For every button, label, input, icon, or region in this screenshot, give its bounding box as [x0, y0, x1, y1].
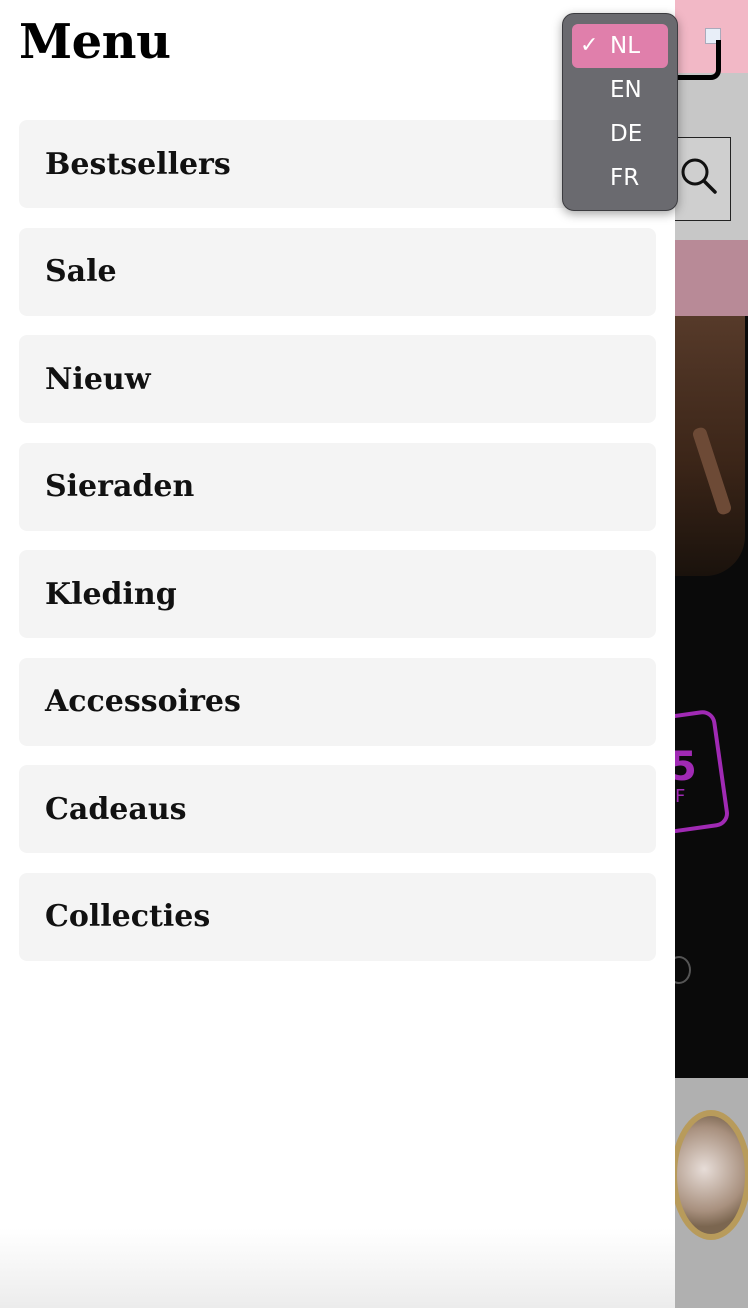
neon-sign-text: 5 — [675, 744, 697, 790]
hero-banner[interactable]: 5 F — [675, 316, 748, 1078]
menu-item-sale[interactable]: Sale — [19, 227, 656, 316]
menu-list: Bestsellers Sale Nieuw Sieraden Kleding … — [19, 120, 656, 980]
drawer-bottom-fade — [0, 1228, 675, 1308]
menu-item-bestsellers[interactable]: Bestsellers — [19, 120, 656, 208]
menu-title: Menu — [19, 14, 171, 70]
menu-item-sieraden[interactable]: Sieraden — [19, 442, 656, 531]
earring-image — [675, 956, 691, 984]
language-option-label: DE — [610, 121, 643, 147]
language-option-de[interactable]: DE — [572, 112, 668, 156]
menu-item-cadeaus[interactable]: Cadeaus — [19, 765, 656, 853]
background-page: 5 F — [675, 0, 748, 1308]
search-icon — [681, 158, 717, 194]
language-option-label: EN — [610, 77, 642, 103]
neon-sign-subtext: F — [675, 786, 686, 807]
ring-image — [675, 1110, 748, 1240]
menu-item-nieuw[interactable]: Nieuw — [19, 335, 656, 423]
cart-icon[interactable] — [675, 40, 721, 80]
menu-item-collecties[interactable]: Collecties — [19, 872, 656, 961]
language-option-label: NL — [610, 33, 641, 59]
language-option-fr[interactable]: FR — [572, 156, 668, 200]
language-option-label: FR — [610, 165, 640, 191]
language-option-nl[interactable]: ✓ NL — [572, 24, 668, 68]
language-dropdown[interactable]: ✓ NL EN DE FR — [562, 13, 678, 211]
checkmark-icon: ✓ — [580, 33, 599, 58]
search-button[interactable] — [675, 137, 731, 221]
language-option-en[interactable]: EN — [572, 68, 668, 112]
menu-item-accessoires[interactable]: Accessoires — [19, 657, 656, 746]
menu-item-kleding[interactable]: Kleding — [19, 550, 656, 638]
promo-band — [675, 240, 748, 316]
